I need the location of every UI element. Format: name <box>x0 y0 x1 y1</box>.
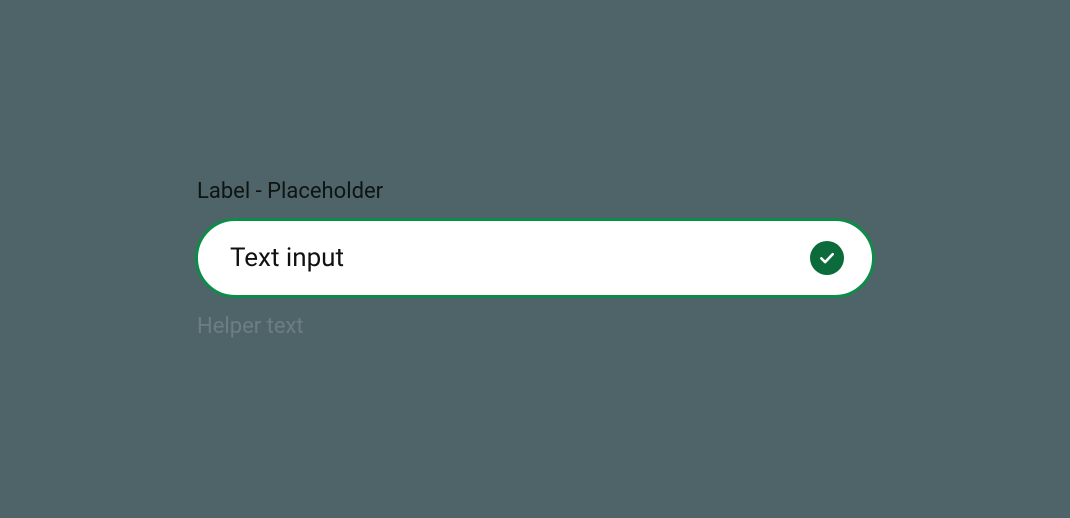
text-input[interactable] <box>230 243 810 273</box>
check-icon <box>810 241 844 275</box>
helper-text: Helper text <box>197 314 875 339</box>
input-wrapper <box>195 218 875 298</box>
field-label: Label - Placeholder <box>197 179 875 204</box>
text-field-group: Label - Placeholder Helper text <box>195 179 875 339</box>
